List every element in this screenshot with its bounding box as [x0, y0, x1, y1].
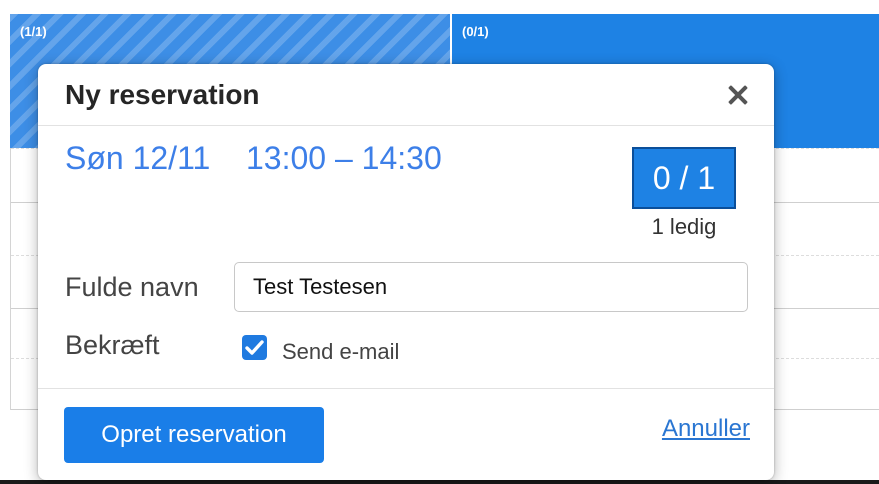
send-email-label: Send e-mail — [282, 339, 400, 364]
dialog-title: Ny reservation — [65, 79, 260, 110]
full-name-label: Fulde navn — [65, 272, 199, 302]
bottom-border — [0, 480, 879, 484]
create-reservation-button[interactable]: Opret reservation — [64, 407, 324, 463]
booking-page: (1/1) (0/1) Ny reservation Søn 12/11 13:… — [0, 0, 879, 484]
checkmark-icon — [245, 340, 264, 355]
cancel-link[interactable]: Annuller — [662, 415, 750, 443]
event-count-label: (1/1) — [20, 24, 47, 39]
close-icon[interactable] — [724, 81, 752, 109]
dialog-header: Ny reservation — [38, 64, 774, 126]
full-name-input[interactable] — [234, 262, 748, 312]
event-count-label: (0/1) — [462, 24, 489, 39]
dialog-footer: Opret reservation Annuller — [38, 388, 774, 480]
slot-time: 13:00 – 14:30 — [246, 140, 442, 176]
confirm-label: Bekræft — [65, 330, 160, 360]
slot-date: Søn 12/11 — [65, 140, 211, 176]
capacity-badge: 0 / 1 — [632, 147, 736, 209]
capacity-free-label: 1 ledig — [651, 214, 717, 239]
new-reservation-dialog: Ny reservation Søn 12/11 13:00 – 14:30 0… — [38, 64, 774, 480]
send-email-checkbox[interactable] — [242, 335, 267, 360]
